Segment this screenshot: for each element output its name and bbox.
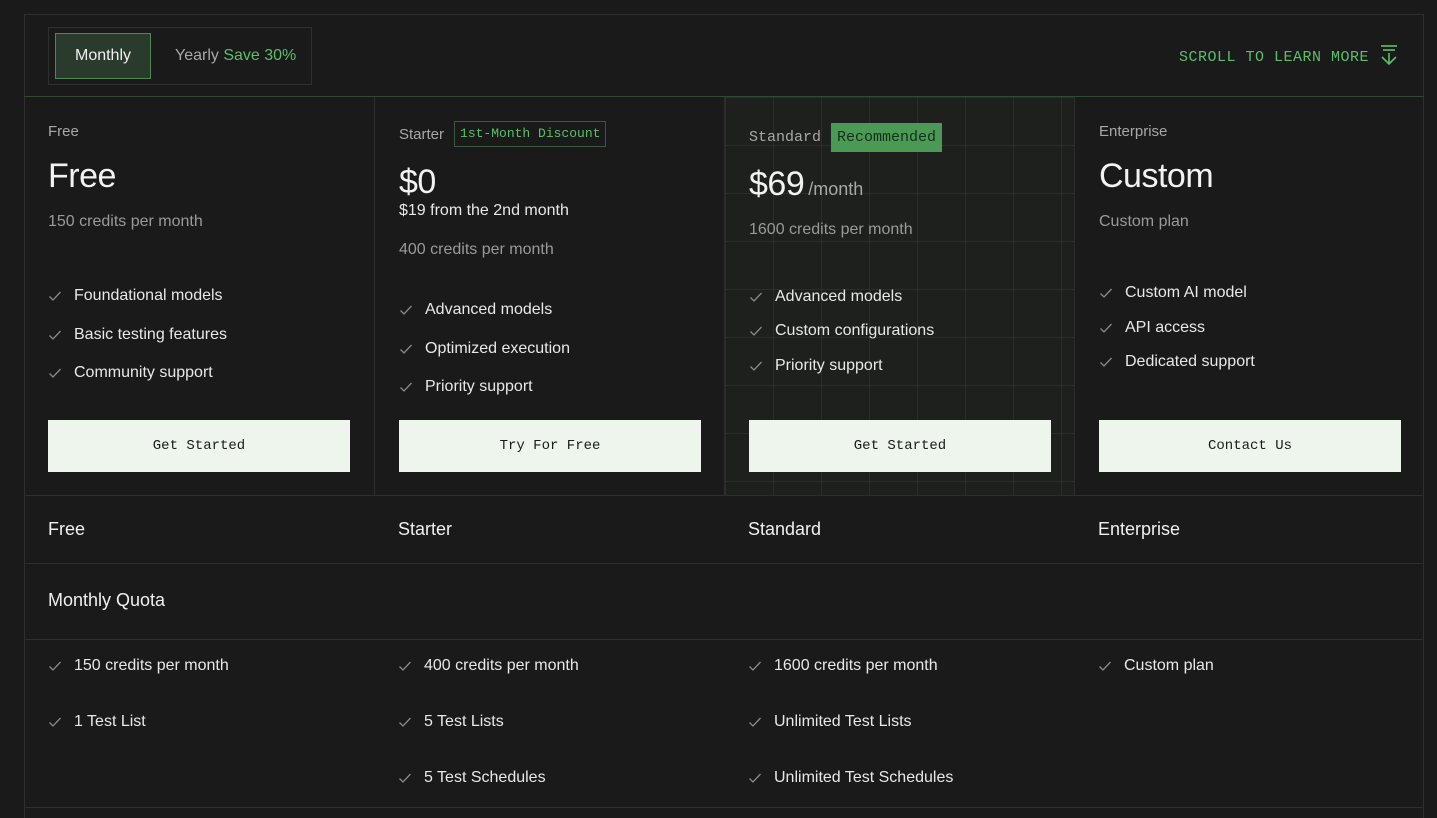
check-icon — [48, 715, 62, 729]
comparison-cell: 1 Test List — [48, 713, 146, 731]
plan-sub-price: $19 from the 2nd month — [399, 202, 569, 219]
check-icon — [399, 342, 413, 356]
plan-price: Custom — [1099, 157, 1214, 195]
contact-us-button[interactable]: Contact Us — [1099, 420, 1401, 472]
check-icon — [1099, 321, 1113, 335]
check-icon — [749, 324, 763, 338]
comparison-header-standard: Standard — [748, 519, 822, 539]
check-icon — [398, 659, 412, 673]
row-divider — [24, 807, 1424, 808]
check-icon — [748, 715, 762, 729]
plan-price: $0 — [399, 163, 436, 201]
yearly-toggle-button[interactable]: Yearly Save 30% — [175, 47, 296, 65]
yearly-save-label: Save 30% — [223, 47, 297, 64]
check-icon — [749, 359, 763, 373]
feature-list: Custom AI model API access Dedicated sup… — [1099, 275, 1255, 379]
plan-name: Standard Recommended — [749, 123, 943, 152]
discount-badge: 1st-Month Discount — [454, 121, 607, 147]
check-icon — [399, 380, 413, 394]
comparison-header-starter: Starter — [398, 519, 453, 539]
check-icon — [48, 289, 62, 303]
check-icon — [48, 328, 62, 342]
comparison-cell: Unlimited Test Lists — [748, 713, 912, 731]
comparison-header-enterprise: Enterprise — [1098, 519, 1181, 539]
feature-item: API access — [1099, 310, 1255, 345]
feature-list: Advanced models Optimized execution Prio… — [399, 291, 570, 406]
recommended-badge: Recommended — [831, 123, 943, 152]
comparison-cell: 1600 credits per month — [748, 657, 938, 675]
row-divider — [24, 563, 1424, 564]
arrow-down-icon — [1379, 44, 1399, 71]
scroll-to-learn-more-link[interactable]: SCROLL TO LEARN MORE — [1179, 44, 1399, 71]
section-title: Monthly Quota — [48, 590, 166, 610]
feature-item: Community support — [48, 354, 227, 392]
plan-credits: 400 credits per month — [399, 241, 554, 258]
check-icon — [398, 715, 412, 729]
feature-item: Custom AI model — [1099, 275, 1255, 310]
check-icon — [748, 771, 762, 785]
feature-list: Advanced models Custom configurations Pr… — [749, 279, 934, 383]
plan-card-free: Free Free 150 credits per month Foundati… — [24, 97, 374, 495]
feature-item: Priority support — [749, 348, 934, 383]
check-icon — [748, 659, 762, 673]
get-started-button[interactable]: Get Started — [48, 420, 350, 472]
comparison-header-free: Free — [48, 519, 86, 539]
plan-cards: Free Free 150 credits per month Foundati… — [24, 97, 1424, 495]
feature-item: Basic testing features — [48, 315, 227, 354]
check-icon — [1099, 286, 1113, 300]
plan-price: $69/month — [749, 165, 864, 203]
plan-price: Free — [48, 157, 116, 195]
scroll-hint-label: SCROLL TO LEARN MORE — [1178, 49, 1369, 66]
feature-item: Foundational models — [48, 277, 227, 315]
feature-item: Custom configurations — [749, 314, 934, 348]
plan-credits: 1600 credits per month — [749, 221, 913, 238]
comparison-cell: 5 Test Schedules — [398, 769, 546, 787]
monthly-toggle-button[interactable]: Monthly — [55, 33, 151, 79]
check-icon — [48, 659, 62, 673]
plan-name: Starter 1st-Month Discount — [399, 121, 607, 147]
plan-card-starter: Starter 1st-Month Discount $0 $19 from t… — [374, 97, 724, 495]
get-started-button[interactable]: Get Started — [749, 420, 1051, 472]
plan-name: Enterprise — [1099, 123, 1168, 140]
feature-item: Priority support — [399, 368, 570, 406]
feature-item: Dedicated support — [1099, 345, 1255, 379]
try-for-free-button[interactable]: Try For Free — [399, 420, 701, 472]
plan-period: /month — [808, 179, 864, 199]
comparison-cell: 400 credits per month — [398, 657, 579, 675]
comparison-cell: Unlimited Test Schedules — [748, 769, 953, 787]
yearly-label: Yearly — [175, 47, 219, 64]
check-icon — [1099, 355, 1113, 369]
plan-card-standard: Standard Recommended $69/month 1600 cred… — [724, 97, 1074, 495]
feature-item: Advanced models — [749, 279, 934, 314]
feature-item: Optimized execution — [399, 329, 570, 368]
check-icon — [749, 290, 763, 304]
feature-list: Foundational models Basic testing featur… — [48, 277, 227, 392]
comparison-cell: Custom plan — [1098, 657, 1214, 675]
feature-item: Advanced models — [399, 291, 570, 329]
row-divider — [24, 495, 1424, 496]
check-icon — [48, 366, 62, 380]
comparison-cell: 5 Test Lists — [398, 713, 504, 731]
row-divider — [24, 639, 1424, 640]
billing-period-toggle: Monthly Yearly Save 30% — [48, 27, 312, 85]
check-icon — [399, 303, 413, 317]
comparison-cell: 150 credits per month — [48, 657, 229, 675]
plan-name: Free — [48, 123, 79, 140]
plan-credits: 150 credits per month — [48, 213, 203, 230]
check-icon — [1098, 659, 1112, 673]
check-icon — [398, 771, 412, 785]
plan-card-enterprise: Enterprise Custom Custom plan Custom AI … — [1074, 97, 1424, 495]
plan-credits: Custom plan — [1099, 213, 1189, 230]
